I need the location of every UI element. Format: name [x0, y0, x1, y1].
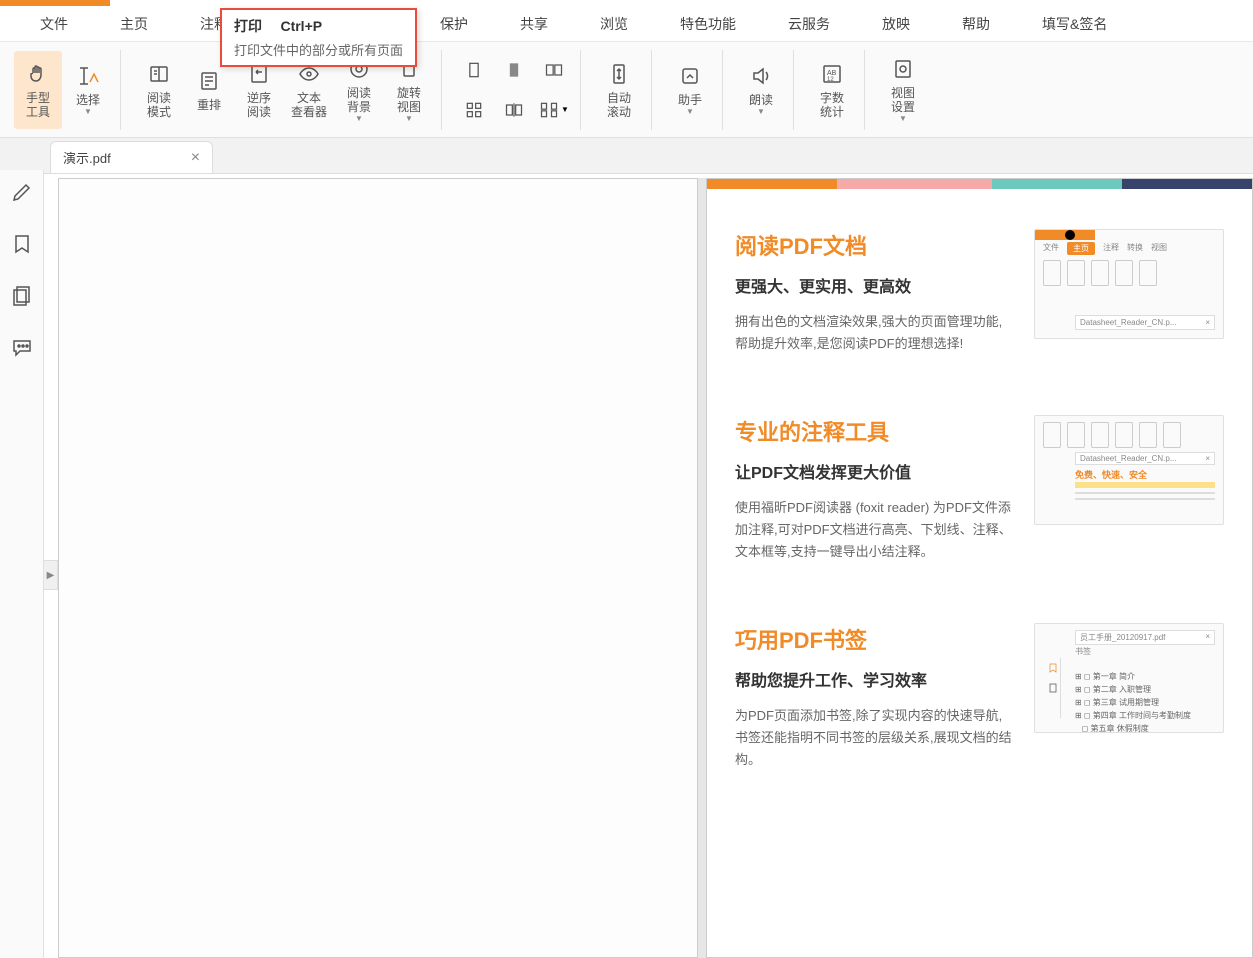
blank-page [58, 178, 698, 958]
tooltip-shortcut: Ctrl+P [280, 18, 322, 34]
sidebar-expand-button[interactable]: ▶ [44, 560, 58, 590]
comment-icon[interactable] [10, 336, 34, 360]
feature-title: 专业的注释工具 [735, 415, 1014, 447]
tab-name: 演示.pdf [63, 148, 111, 167]
tab-close-button[interactable]: × [191, 149, 200, 167]
menu-slideshow[interactable]: 放映 [872, 6, 920, 42]
feature-thumbnail: 员工手册_20120917.pdf× 书签 ⊞ ◻ 第一章 简介 ⊞ ◻ 第二章… [1034, 623, 1224, 733]
menu-bar: 文件 主页 注释 隐藏 隐藏 保护 共享 浏览 特色功能 云服务 放映 帮助 填… [0, 6, 1253, 42]
menu-cloud[interactable]: 云服务 [778, 6, 840, 42]
document-tab[interactable]: 演示.pdf × [50, 141, 213, 173]
feature-subtitle: 让PDF文档发挥更大价值 [735, 459, 1014, 483]
feature-title: 阅读PDF文档 [735, 229, 1014, 261]
wordcount-icon: AB12 [819, 61, 845, 87]
tooltip-title: 打印 [234, 18, 262, 34]
tab-bar: 演示.pdf × [0, 138, 1253, 174]
layout-continuous-button[interactable] [496, 52, 532, 88]
feature-title: 巧用PDF书签 [735, 623, 1014, 655]
layout-single-button[interactable] [456, 52, 492, 88]
helper-icon [677, 63, 703, 89]
read-aloud-button[interactable]: 朗读 ▼ [737, 51, 785, 129]
content-area: 阅读PDF文档 更强大、更实用、更高效 拥有出色的文档渲染效果,强大的页面管理功… [58, 178, 1253, 958]
scroll-icon [606, 61, 632, 87]
menu-view[interactable]: 浏览 [590, 6, 638, 42]
print-tooltip: 打印 Ctrl+P 打印文件中的部分或所有页面 [220, 8, 417, 67]
helper-button[interactable]: 助手 ▼ [666, 51, 714, 129]
select-button[interactable]: 选择 ▼ [64, 51, 112, 129]
hand-tool-button[interactable]: 手型工具 [14, 51, 62, 129]
read-mode-button[interactable]: 阅读模式 [135, 51, 183, 129]
svg-text:12: 12 [827, 77, 834, 83]
menu-share[interactable]: 共享 [510, 6, 558, 42]
view-settings-button[interactable]: 视图设置 ▼ [879, 51, 927, 129]
settings-icon [890, 56, 916, 82]
layout-facing-button[interactable] [536, 52, 572, 88]
hand-icon [25, 61, 51, 87]
layout-grid-button[interactable] [456, 92, 492, 128]
bookmark-icon[interactable] [10, 232, 34, 256]
pages-icon[interactable] [10, 284, 34, 308]
feature-desc: 拥有出色的文档渲染效果,强大的页面管理功能,帮助提升效率,是您阅读PDF的理想选… [735, 311, 1014, 355]
feature-desc: 为PDF页面添加书签,除了实现内容的快速导航,书签还能指明不同书签的层级关系,展… [735, 705, 1014, 771]
document-page: 阅读PDF文档 更强大、更实用、更高效 拥有出色的文档渲染效果,强大的页面管理功… [706, 178, 1253, 958]
word-count-button[interactable]: AB12 字数统计 [808, 51, 856, 129]
feature-block: 阅读PDF文档 更强大、更实用、更高效 拥有出色的文档渲染效果,强大的页面管理功… [735, 229, 1224, 355]
menu-home[interactable]: 主页 [110, 6, 158, 42]
tooltip-desc: 打印文件中的部分或所有页面 [234, 40, 403, 59]
menu-file[interactable]: 文件 [30, 6, 78, 42]
svg-text:AB: AB [827, 70, 837, 77]
feature-subtitle: 帮助您提升工作、学习效率 [735, 667, 1014, 691]
feature-block: 专业的注释工具 让PDF文档发挥更大价值 使用福昕PDF阅读器 (foxit r… [735, 415, 1224, 563]
menu-fill-sign[interactable]: 填写&签名 [1032, 6, 1117, 42]
pencil-icon[interactable] [10, 180, 34, 204]
speaker-icon [748, 63, 774, 89]
ribbon: 手型工具 选择 ▼ 阅读模式 重排 逆序阅读 文本查看器 阅读背景 ▼ [0, 42, 1253, 138]
layout-split-button[interactable] [496, 92, 532, 128]
menu-help[interactable]: 帮助 [952, 6, 1000, 42]
menu-features[interactable]: 特色功能 [670, 6, 746, 42]
select-icon [75, 63, 101, 89]
feature-thumbnail: 文件 主页 注释 转换 视图 Datasheet_Reader_CN.p...× [1034, 229, 1224, 339]
menu-protect[interactable]: 保护 [430, 6, 478, 42]
book-icon [146, 61, 172, 87]
feature-thumbnail: Datasheet_Reader_CN.p...× 免费、快速、安全 [1034, 415, 1224, 525]
layout-more-button[interactable]: ▼ [536, 92, 572, 128]
feature-desc: 使用福昕PDF阅读器 (foxit reader) 为PDF文件添加注释,可对P… [735, 497, 1014, 563]
feature-subtitle: 更强大、更实用、更高效 [735, 273, 1014, 297]
feature-block: 巧用PDF书签 帮助您提升工作、学习效率 为PDF页面添加书签,除了实现内容的快… [735, 623, 1224, 771]
reflow-icon [196, 68, 222, 94]
left-sidebar [0, 170, 44, 958]
autoscroll-button[interactable]: 自动滚动 [595, 51, 643, 129]
